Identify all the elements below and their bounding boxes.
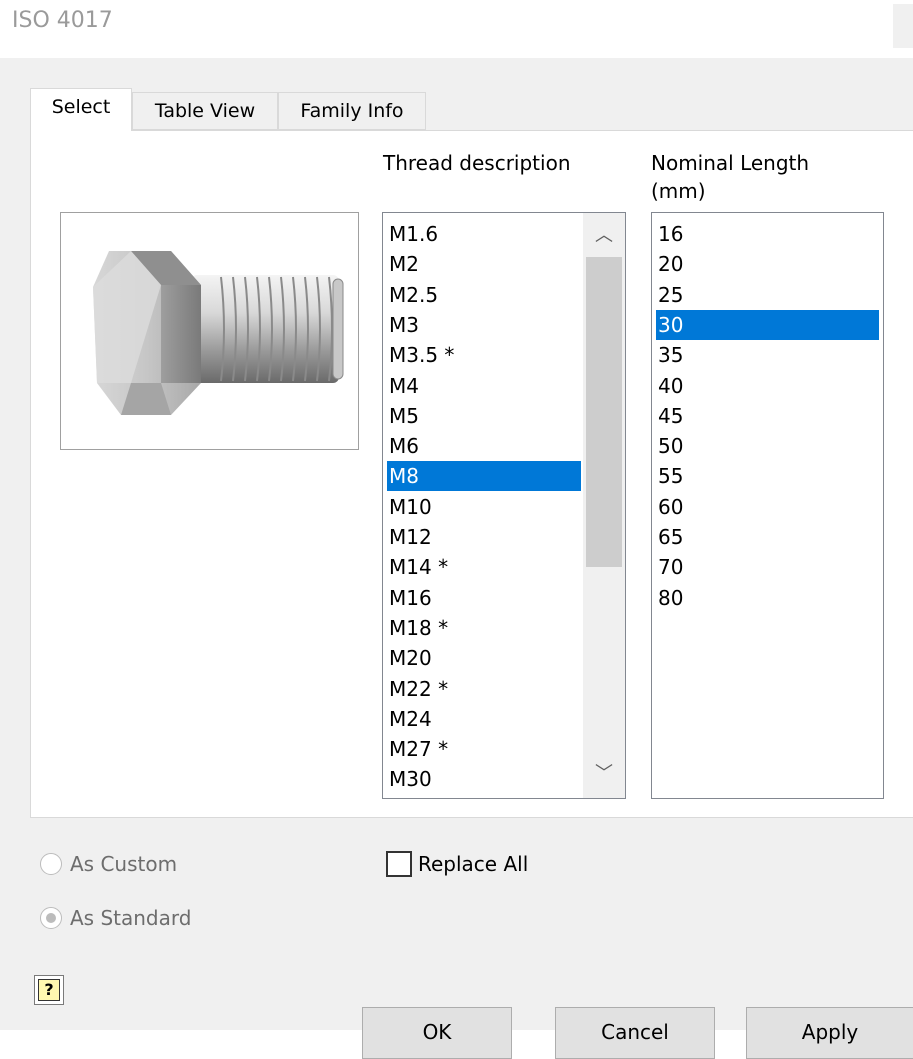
tab-select[interactable]: Select bbox=[30, 88, 132, 131]
list-item[interactable]: M3 bbox=[387, 310, 581, 340]
replace-all-checkbox[interactable]: Replace All bbox=[386, 851, 528, 877]
list-item[interactable]: 30 bbox=[656, 309, 879, 340]
tab-select-label: Select bbox=[51, 96, 111, 118]
list-item[interactable]: M16 bbox=[387, 583, 581, 613]
list-item[interactable]: 60 bbox=[656, 492, 879, 522]
nominal-length-header: Nominal Length bbox=[651, 151, 810, 175]
list-item[interactable]: M30 bbox=[387, 764, 581, 794]
list-item[interactable]: M12 bbox=[387, 522, 581, 552]
as-standard-radio[interactable]: As Standard bbox=[40, 906, 191, 930]
as-custom-radio[interactable]: As Custom bbox=[40, 852, 177, 876]
as-standard-radio-circle[interactable] bbox=[40, 907, 62, 929]
list-item[interactable]: M1.6 bbox=[387, 219, 581, 249]
thread-description-list[interactable]: M1.6 M2 M2.5 M3 M3.5 * M4 M5 M6 M8 M10 M12 M14 * M16… bbox=[382, 212, 626, 799]
title-bar: ISO 4017 bbox=[0, 0, 913, 58]
help-icon: ? bbox=[38, 979, 60, 1001]
tab-family-info-label: Family Info bbox=[300, 100, 404, 122]
replace-all-label: Replace All bbox=[418, 852, 529, 876]
as-custom-radio-circle[interactable] bbox=[40, 853, 62, 875]
list-item[interactable]: M8 bbox=[387, 461, 581, 492]
list-item[interactable]: M4 bbox=[387, 371, 581, 401]
replace-all-box[interactable] bbox=[386, 851, 412, 877]
chevron-up-icon[interactable]: ︿ bbox=[586, 221, 622, 251]
list-item[interactable]: 20 bbox=[656, 249, 879, 279]
list-item[interactable]: 40 bbox=[656, 371, 879, 401]
chevron-down-icon[interactable]: ﹀ bbox=[586, 759, 622, 789]
list-item[interactable]: 16 bbox=[656, 219, 879, 249]
tab-table-view-label: Table View bbox=[154, 100, 256, 122]
list-item[interactable]: M5 bbox=[387, 401, 581, 431]
tab-family-info[interactable]: Family Info bbox=[278, 92, 426, 130]
as-custom-label: As Custom bbox=[70, 852, 178, 876]
list-item[interactable]: 80 bbox=[656, 583, 879, 613]
ok-button[interactable]: OK bbox=[362, 1007, 512, 1059]
tab-table-view[interactable]: Table View bbox=[132, 92, 278, 130]
window-title: ISO 4017 bbox=[12, 8, 113, 33]
hex-bolt-icon bbox=[93, 251, 344, 415]
list-item[interactable]: 70 bbox=[656, 552, 879, 582]
cancel-label: Cancel bbox=[601, 1020, 669, 1044]
list-item[interactable]: 25 bbox=[656, 280, 879, 310]
as-standard-label: As Standard bbox=[70, 906, 192, 930]
list-item[interactable]: M22 * bbox=[387, 674, 581, 704]
list-item[interactable]: M2 bbox=[387, 249, 581, 279]
list-item[interactable]: M2.5 bbox=[387, 280, 581, 310]
apply-label: Apply bbox=[801, 1020, 859, 1044]
list-item[interactable]: M14 * bbox=[387, 552, 581, 582]
help-button[interactable]: ? bbox=[34, 975, 64, 1005]
nominal-length-unit: (mm) bbox=[651, 179, 706, 203]
list-item[interactable]: M20 bbox=[387, 643, 581, 673]
close-button[interactable] bbox=[893, 4, 913, 48]
list-item[interactable]: 45 bbox=[656, 401, 879, 431]
list-item[interactable]: M6 bbox=[387, 431, 581, 461]
list-item[interactable]: M27 * bbox=[387, 734, 581, 764]
apply-button[interactable]: Apply bbox=[746, 1007, 913, 1059]
list-item[interactable]: M10 bbox=[387, 492, 581, 522]
thread-scrollbar[interactable]: ︿ ﹀ bbox=[583, 213, 625, 798]
nominal-length-list[interactable]: 16 20 25 30 35 40 45 50 55 60 65 70 80 bbox=[651, 212, 884, 799]
ok-label: OK bbox=[422, 1020, 452, 1044]
cancel-button[interactable]: Cancel bbox=[555, 1007, 715, 1059]
list-item[interactable]: 55 bbox=[656, 461, 879, 491]
scroll-thumb[interactable] bbox=[586, 257, 622, 567]
thread-description-header: Thread description bbox=[383, 151, 571, 175]
list-item[interactable]: M24 bbox=[387, 704, 581, 734]
list-item[interactable]: 35 bbox=[656, 340, 879, 370]
list-item[interactable]: M3.5 * bbox=[387, 340, 581, 370]
part-preview bbox=[60, 212, 359, 450]
list-item[interactable]: M18 * bbox=[387, 613, 581, 643]
list-item[interactable]: 65 bbox=[656, 522, 879, 552]
list-item[interactable]: 50 bbox=[656, 431, 879, 461]
